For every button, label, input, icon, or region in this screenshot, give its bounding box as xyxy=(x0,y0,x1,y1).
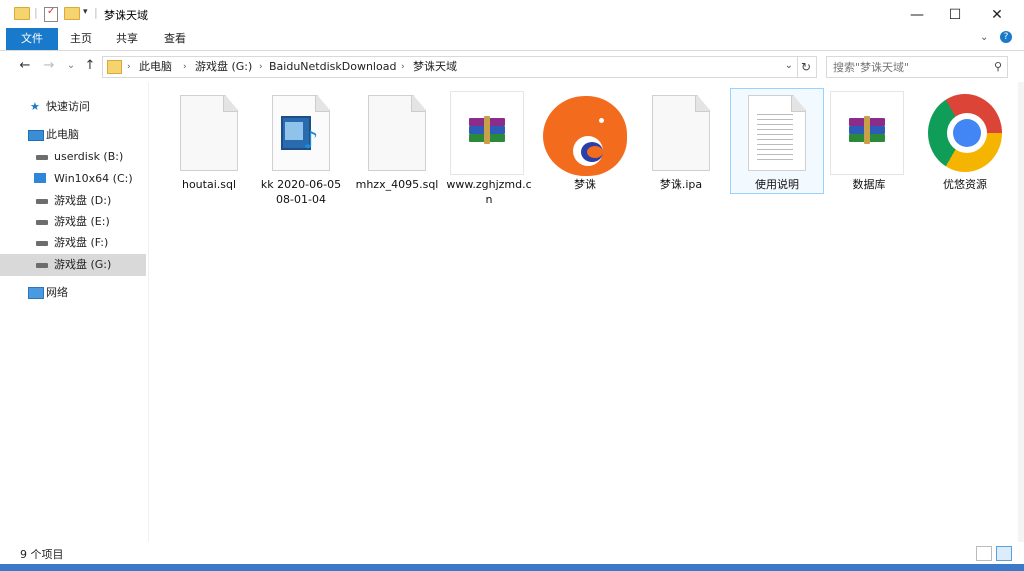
tab-file[interactable]: 文件 xyxy=(6,28,58,50)
file-item-selected[interactable]: 使用说明 xyxy=(730,88,824,210)
sidebar-item-label: Win10x64 (C:) xyxy=(54,172,133,185)
navigation-bar: ← → ⌄ ↑ › 此电脑 › 游戏盘 (G:) › BaiduNetdiskD… xyxy=(0,52,1024,80)
breadcrumb-this-pc[interactable]: 此电脑 xyxy=(139,57,172,77)
details-view-icon[interactable] xyxy=(976,546,992,561)
sidebar-item-label: 快速访问 xyxy=(46,100,90,113)
computer-icon xyxy=(28,130,44,141)
tab-view[interactable]: 查看 xyxy=(154,28,196,50)
breadcrumb-baidunetdisk[interactable]: BaiduNetdiskDownload xyxy=(269,57,396,77)
chevron-right-icon: › xyxy=(259,62,263,72)
file-item[interactable]: mhzx_4095.sql xyxy=(354,90,440,210)
file-item[interactable]: 梦诛.ipa xyxy=(638,90,724,210)
sidebar-item-label: 此电脑 xyxy=(46,128,79,141)
file-name: www.zghjzmd.cn xyxy=(446,178,532,206)
file-name: 优悠资源 xyxy=(943,178,987,191)
file-name: houtai.sql xyxy=(181,178,237,191)
sidebar-item-drive-g[interactable]: 游戏盘 (G:) xyxy=(0,254,146,276)
file-item[interactable]: 梦诛 xyxy=(542,90,628,210)
navigation-pane: ★ 快速访问 此电脑 userdisk (B:) Win10x64 (C:) 游… xyxy=(0,82,149,542)
forward-button[interactable]: → xyxy=(40,57,58,75)
blank-file-icon xyxy=(644,94,718,172)
tab-home[interactable]: 主页 xyxy=(60,28,102,50)
expand-ribbon-icon[interactable]: ⌄ xyxy=(980,32,988,43)
search-box[interactable]: ⚲ xyxy=(826,56,1008,78)
file-name: 使用说明 xyxy=(755,178,799,191)
ribbon: 文件 主页 共享 查看 ⌄ ? xyxy=(0,28,1024,51)
chrome-icon xyxy=(928,94,1002,172)
file-item[interactable]: 优悠资源 xyxy=(922,90,1008,210)
folder-icon xyxy=(107,60,122,74)
blank-file-icon xyxy=(172,94,246,172)
divider: | xyxy=(34,6,38,19)
media-file-icon: ♪ xyxy=(264,94,338,172)
vertical-scrollbar[interactable] xyxy=(1018,82,1024,542)
star-icon: ★ xyxy=(30,100,40,113)
search-input[interactable] xyxy=(827,57,989,77)
windows-drive-icon xyxy=(34,173,46,183)
status-bar: 9 个项目 xyxy=(0,542,1024,564)
network-icon xyxy=(28,287,44,299)
sidebar-item-label: 游戏盘 (G:) xyxy=(54,258,112,271)
file-name: 梦诛.ipa xyxy=(659,178,703,191)
folder-icon xyxy=(14,7,30,20)
breadcrumb-current-folder[interactable]: 梦诛天域 xyxy=(413,57,457,77)
refresh-button[interactable]: ↻ xyxy=(796,56,817,78)
drive-icon xyxy=(36,241,48,246)
address-bar[interactable]: › 此电脑 › 游戏盘 (G:) › BaiduNetdiskDownload … xyxy=(102,56,798,78)
sidebar-item-drive-c[interactable]: Win10x64 (C:) xyxy=(0,168,146,190)
customize-toolbar-icon[interactable]: ▾ xyxy=(83,7,88,17)
chevron-right-icon: › xyxy=(183,62,187,72)
sidebar-item-network[interactable]: 网络 xyxy=(0,282,146,304)
file-name: mhzx_4095.sql xyxy=(355,178,439,191)
file-item[interactable]: 数据库 xyxy=(826,90,912,210)
sidebar-item-drive-d[interactable]: 游戏盘 (D:) xyxy=(0,190,146,212)
sidebar-item-drive-b[interactable]: userdisk (B:) xyxy=(0,146,146,168)
large-icons-view-icon[interactable] xyxy=(996,546,1012,561)
sidebar-item-label: 游戏盘 (E:) xyxy=(54,215,110,228)
drive-icon xyxy=(36,155,48,160)
drive-icon xyxy=(36,263,48,268)
file-item[interactable]: houtai.sql xyxy=(166,90,252,210)
sidebar-item-this-pc[interactable]: 此电脑 xyxy=(0,124,146,146)
chevron-right-icon: › xyxy=(127,62,131,72)
sidebar-item-label: 网络 xyxy=(46,286,68,299)
chevron-right-icon: › xyxy=(401,62,405,72)
properties-icon[interactable]: ✓ xyxy=(44,6,58,22)
file-item[interactable]: ♪ kk 2020-06-05 08-01-04 xyxy=(258,90,344,210)
winrar-archive-icon xyxy=(450,91,524,175)
blank-file-icon xyxy=(360,94,434,172)
sidebar-item-drive-e[interactable]: 游戏盘 (E:) xyxy=(0,211,146,233)
text-document-icon xyxy=(740,94,814,172)
new-folder-icon[interactable] xyxy=(64,7,80,20)
maximize-button[interactable]: ☐ xyxy=(932,0,978,30)
sidebar-item-quick-access[interactable]: ★ 快速访问 xyxy=(0,96,146,118)
drive-icon xyxy=(36,199,48,204)
drive-icon xyxy=(36,220,48,225)
address-dropdown-icon[interactable]: ⌄ xyxy=(785,60,793,71)
orange-fish-logo-icon xyxy=(542,94,628,178)
window-title: 梦诛天域 xyxy=(104,9,148,22)
item-count: 9 个项目 xyxy=(20,548,64,561)
tab-share[interactable]: 共享 xyxy=(106,28,148,50)
file-name: 数据库 xyxy=(852,178,886,191)
file-list: houtai.sql ♪ kk 2020-06-05 08-01-04 mhzx… xyxy=(150,82,1018,542)
winrar-archive-icon xyxy=(830,91,904,175)
sidebar-item-drive-f[interactable]: 游戏盘 (F:) xyxy=(0,232,146,254)
sidebar-item-label: 游戏盘 (F:) xyxy=(54,236,109,249)
title-bar: | ✓ ▾ | 梦诛天域 — ☐ ✕ xyxy=(0,0,1024,30)
taskbar-edge xyxy=(0,564,1024,571)
search-icon[interactable]: ⚲ xyxy=(994,60,1002,73)
divider: | xyxy=(94,6,98,19)
file-item[interactable]: www.zghjzmd.cn xyxy=(446,90,532,210)
file-name: 梦诛 xyxy=(574,178,596,191)
sidebar-item-label: 游戏盘 (D:) xyxy=(54,194,112,207)
breadcrumb-drive-g[interactable]: 游戏盘 (G:) xyxy=(195,57,252,77)
sidebar-item-label: userdisk (B:) xyxy=(54,150,124,163)
recent-locations-button[interactable]: ⌄ xyxy=(62,57,80,75)
back-button[interactable]: ← xyxy=(16,57,34,75)
up-button[interactable]: ↑ xyxy=(81,57,99,75)
file-name: kk 2020-06-05 08-01-04 xyxy=(260,178,342,206)
close-button[interactable]: ✕ xyxy=(974,0,1020,30)
help-icon[interactable]: ? xyxy=(1000,31,1012,43)
